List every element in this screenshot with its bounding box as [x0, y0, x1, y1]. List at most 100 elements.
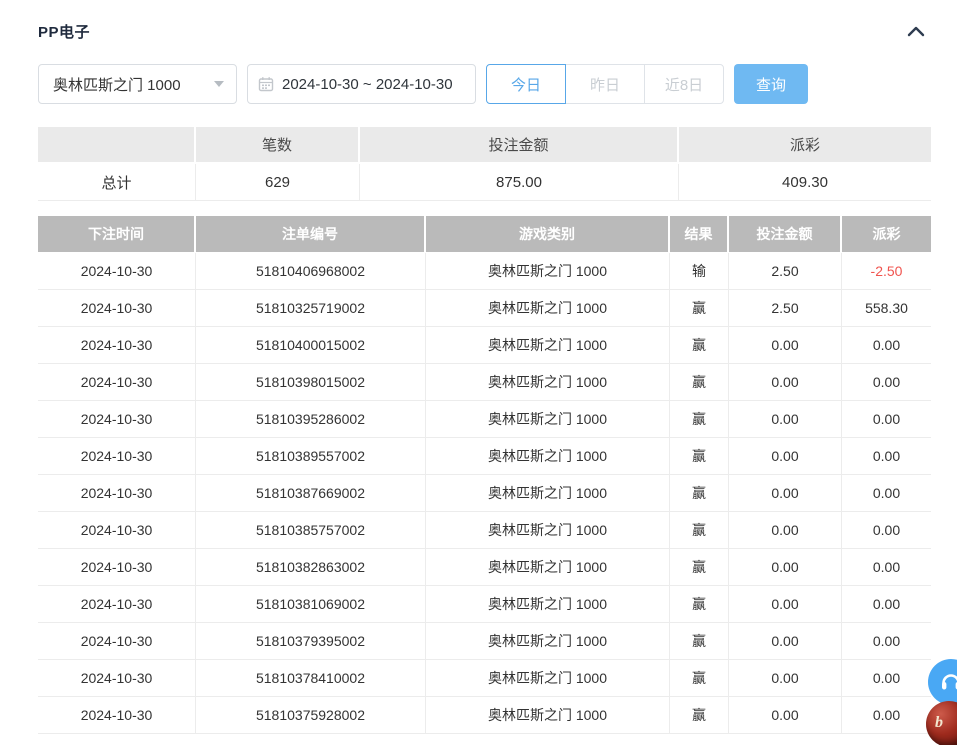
game-type-cell: 奥林匹斯之门 1000 [426, 549, 670, 586]
game-type-cell: 奥林匹斯之门 1000 [426, 623, 670, 660]
filter-bar: 奥林匹斯之门 1000 2024-10-30 ~ 2024-10-30 [38, 64, 957, 104]
summary-header-row: 笔数 投注金额 派彩 [38, 127, 931, 164]
page-title: PP电子 [38, 21, 90, 42]
table-header-row: 下注时间 注单编号 游戏类别 结果 投注金额 派彩 [38, 216, 931, 253]
game-type-cell: 奥林匹斯之门 1000 [426, 660, 670, 697]
bet-amount-cell: 0.00 [729, 697, 842, 734]
collapse-panel-button[interactable] [905, 24, 927, 40]
brand-logo-letter: b [935, 714, 943, 732]
payout-cell: 0.00 [842, 660, 931, 697]
quick-range-group: 今日 昨日 近8日 [486, 64, 724, 104]
summary-total-bet-amount: 875.00 [360, 164, 679, 201]
payout-cell: 0.00 [842, 697, 931, 734]
calendar-icon [258, 76, 274, 92]
bet-id-cell: 51810379395002 [196, 623, 426, 660]
payout-cell: 0.00 [842, 549, 931, 586]
headset-icon [939, 670, 957, 694]
table-row: 2024-10-30 51810387669002 奥林匹斯之门 1000 赢 … [38, 475, 931, 512]
bet-amount-cell: 0.00 [729, 623, 842, 660]
date-range-picker[interactable]: 2024-10-30 ~ 2024-10-30 [247, 64, 476, 104]
summary-header-count: 笔数 [196, 127, 360, 164]
result-cell: 赢 [670, 512, 729, 549]
payout-cell: 0.00 [842, 401, 931, 438]
customer-service-button[interactable] [928, 659, 957, 705]
payout-cell: 0.00 [842, 438, 931, 475]
payout-cell: 0.00 [842, 475, 931, 512]
bet-time-cell: 2024-10-30 [38, 586, 196, 623]
bet-id-cell: 51810375928002 [196, 697, 426, 734]
bet-amount-cell: 0.00 [729, 512, 842, 549]
result-cell: 输 [670, 253, 729, 290]
summary-total-count: 629 [196, 164, 360, 201]
bet-id-cell: 51810325719002 [196, 290, 426, 327]
summary-header-bet-amount: 投注金额 [360, 127, 679, 164]
game-type-cell: 奥林匹斯之门 1000 [426, 586, 670, 623]
table-row: 2024-10-30 51810381069002 奥林匹斯之门 1000 赢 … [38, 586, 931, 623]
bet-time-cell: 2024-10-30 [38, 697, 196, 734]
date-range-value: 2024-10-30 ~ 2024-10-30 [282, 76, 453, 93]
summary-header-empty [38, 127, 196, 164]
table-row: 2024-10-30 51810398015002 奥林匹斯之门 1000 赢 … [38, 364, 931, 401]
quick-range-last8days-button[interactable]: 近8日 [644, 64, 724, 104]
bet-time-cell: 2024-10-30 [38, 475, 196, 512]
header-bet-id: 注单编号 [196, 216, 426, 253]
payout-cell: 0.00 [842, 512, 931, 549]
bet-id-cell: 51810395286002 [196, 401, 426, 438]
result-cell: 赢 [670, 438, 729, 475]
table-row: 2024-10-30 51810379395002 奥林匹斯之门 1000 赢 … [38, 623, 931, 660]
bet-amount-cell: 0.00 [729, 327, 842, 364]
bet-id-cell: 51810389557002 [196, 438, 426, 475]
quick-range-yesterday-button[interactable]: 昨日 [565, 64, 645, 104]
bet-records-table: 下注时间 注单编号 游戏类别 结果 投注金额 派彩 2024-10-30 518… [38, 216, 931, 734]
bet-id-cell: 51810400015002 [196, 327, 426, 364]
header-result: 结果 [670, 216, 729, 253]
bet-time-cell: 2024-10-30 [38, 623, 196, 660]
bet-time-cell: 2024-10-30 [38, 364, 196, 401]
bet-id-cell: 51810378410002 [196, 660, 426, 697]
table-row: 2024-10-30 51810406968002 奥林匹斯之门 1000 输 … [38, 253, 931, 290]
bet-time-cell: 2024-10-30 [38, 253, 196, 290]
bet-amount-cell: 0.00 [729, 401, 842, 438]
payout-cell: 0.00 [842, 623, 931, 660]
bet-amount-cell: 0.00 [729, 438, 842, 475]
quick-range-today-button[interactable]: 今日 [486, 64, 566, 104]
game-select-value: 奥林匹斯之门 1000 [53, 74, 181, 95]
header-bet-amount: 投注金额 [729, 216, 842, 253]
game-type-cell: 奥林匹斯之门 1000 [426, 512, 670, 549]
game-select[interactable]: 奥林匹斯之门 1000 [38, 64, 237, 104]
game-type-cell: 奥林匹斯之门 1000 [426, 364, 670, 401]
query-button[interactable]: 查询 [734, 64, 808, 104]
payout-cell: -2.50 [842, 253, 931, 290]
bet-time-cell: 2024-10-30 [38, 290, 196, 327]
table-row: 2024-10-30 51810389557002 奥林匹斯之门 1000 赢 … [38, 438, 931, 475]
payout-cell: 558.30 [842, 290, 931, 327]
table-row: 2024-10-30 51810375928002 奥林匹斯之门 1000 赢 … [38, 697, 931, 734]
table-row: 2024-10-30 51810385757002 奥林匹斯之门 1000 赢 … [38, 512, 931, 549]
betting-records-panel: PP电子 奥林匹斯之门 1000 [0, 0, 957, 745]
game-type-cell: 奥林匹斯之门 1000 [426, 697, 670, 734]
game-type-cell: 奥林匹斯之门 1000 [426, 290, 670, 327]
bet-time-cell: 2024-10-30 [38, 660, 196, 697]
result-cell: 赢 [670, 290, 729, 327]
bet-amount-cell: 0.00 [729, 660, 842, 697]
result-cell: 赢 [670, 660, 729, 697]
payout-cell: 0.00 [842, 364, 931, 401]
header-bet-time: 下注时间 [38, 216, 196, 253]
bet-id-cell: 51810387669002 [196, 475, 426, 512]
table-row: 2024-10-30 51810325719002 奥林匹斯之门 1000 赢 … [38, 290, 931, 327]
game-type-cell: 奥林匹斯之门 1000 [426, 401, 670, 438]
game-type-cell: 奥林匹斯之门 1000 [426, 438, 670, 475]
bet-id-cell: 51810382863002 [196, 549, 426, 586]
result-cell: 赢 [670, 364, 729, 401]
summary-total-row: 总计 629 875.00 409.30 [38, 164, 931, 201]
bet-id-cell: 51810398015002 [196, 364, 426, 401]
summary-total-payout: 409.30 [679, 164, 931, 201]
bet-amount-cell: 0.00 [729, 475, 842, 512]
bet-amount-cell: 0.00 [729, 364, 842, 401]
bet-time-cell: 2024-10-30 [38, 438, 196, 475]
bet-amount-cell: 0.00 [729, 549, 842, 586]
panel-header: PP电子 [0, 0, 957, 42]
result-cell: 赢 [670, 623, 729, 660]
bet-id-cell: 51810381069002 [196, 586, 426, 623]
payout-cell: 0.00 [842, 586, 931, 623]
